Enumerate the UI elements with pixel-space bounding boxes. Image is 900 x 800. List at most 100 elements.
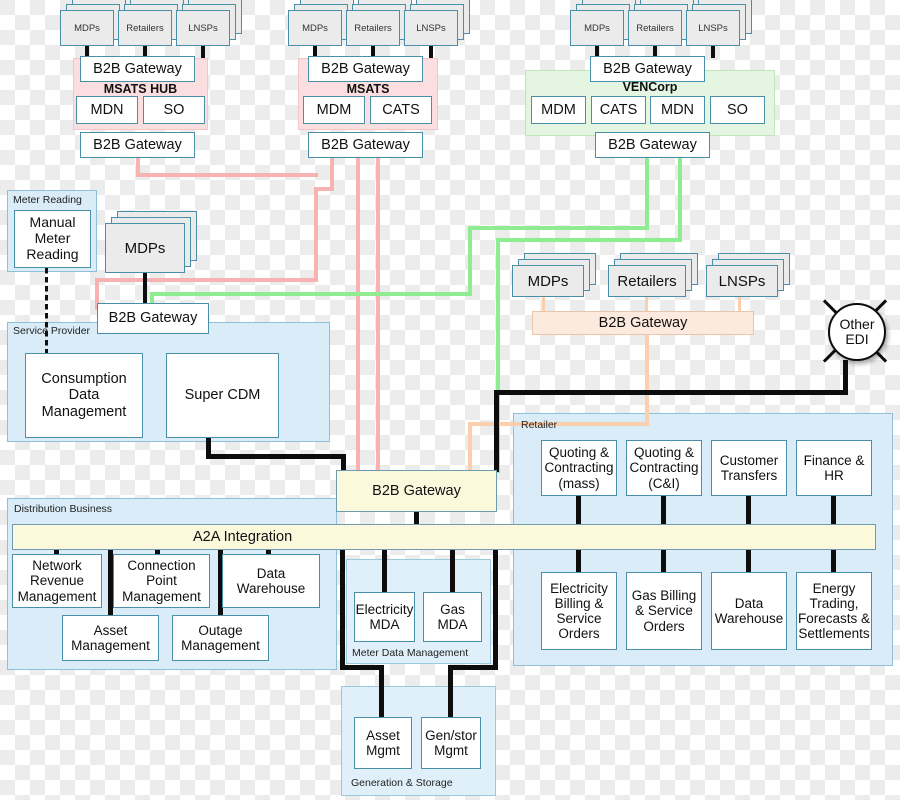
- pink-line-h3: [95, 278, 318, 282]
- stack-lnsps-right[interactable]: LNSPs: [706, 253, 790, 297]
- stack-mdps-vencorp[interactable]: MDPs: [570, 0, 636, 46]
- b2b-gateway-msats-hub-bottom[interactable]: B2B Gateway: [80, 132, 195, 158]
- connector-lnsps-gw-2: [429, 46, 433, 58]
- panel-label-meter-data-management: Meter Data Management: [352, 647, 469, 659]
- peach-line-v1: [645, 334, 649, 426]
- system-so-msats-hub[interactable]: SO: [143, 96, 205, 124]
- stack-mdps-left[interactable]: MDPs: [105, 211, 197, 273]
- stack-label: Retailers: [608, 265, 686, 297]
- edi-label: Other EDI: [828, 303, 886, 361]
- stack-label: LNSPs: [176, 10, 230, 46]
- b2b-gateway-msats-bottom[interactable]: B2B Gateway: [308, 132, 423, 158]
- system-mdm-vencorp[interactable]: MDM: [531, 96, 586, 124]
- stack-label: MDPs: [570, 10, 624, 46]
- panel-label-msats-hub: MSATS HUB: [103, 82, 178, 96]
- b2b-gateway-center[interactable]: B2B Gateway: [336, 470, 497, 512]
- green-line-h1: [468, 226, 649, 230]
- stack-retailers-right[interactable]: Retailers: [608, 253, 698, 297]
- stack-mdps-right[interactable]: MDPs: [512, 253, 596, 297]
- stack-label: Retailers: [628, 10, 682, 46]
- a2a-integration-bar[interactable]: A2A Integration: [12, 524, 876, 550]
- stack-lnsps-vencorp[interactable]: LNSPs: [686, 0, 752, 46]
- peach-line-v4: [645, 296, 648, 312]
- box-energy-trading-forecasts-settlements[interactable]: Energy Trading, Forecasts & Settlements: [796, 572, 872, 650]
- box-network-revenue-management[interactable]: Network Revenue Management: [12, 554, 102, 608]
- box-connection-point-management[interactable]: Connection Point Management: [113, 554, 210, 608]
- connector-mda-2: [450, 549, 455, 594]
- connector-mda-1: [382, 549, 387, 594]
- panel-label-vencorp: VENCorp: [622, 80, 678, 94]
- connector-gs-left-v1: [340, 549, 345, 670]
- b2b-gateway-msats-top[interactable]: B2B Gateway: [308, 56, 423, 82]
- green-line-v2: [468, 226, 472, 296]
- b2b-gateway-vencorp-bottom[interactable]: B2B Gateway: [595, 132, 710, 158]
- connector-retailer-top-1: [576, 496, 581, 525]
- green-line-h2: [150, 292, 472, 296]
- connector-lnsps-gw-3: [711, 46, 715, 58]
- stack-retailers-msats[interactable]: Retailers: [346, 0, 412, 46]
- box-manual-meter-reading[interactable]: Manual Meter Reading: [14, 210, 91, 268]
- connector-retailer-bot-1: [576, 549, 581, 574]
- stack-label: LNSPs: [404, 10, 458, 46]
- stack-label: Retailers: [118, 10, 172, 46]
- stack-label: LNSPs: [706, 265, 778, 297]
- box-quoting-contracting-mass[interactable]: Quoting & Contracting (mass): [541, 440, 617, 496]
- b2b-gateway-vencorp-top[interactable]: B2B Gateway: [590, 56, 705, 82]
- box-finance-hr[interactable]: Finance & HR: [796, 440, 872, 496]
- a2a-integration-label: A2A Integration: [193, 529, 293, 545]
- green-line-v1: [645, 158, 649, 228]
- pink-line-v3: [314, 187, 318, 282]
- stack-label: MDPs: [288, 10, 342, 46]
- peach-line-v2: [468, 422, 472, 473]
- connector-retailer-bot-3: [746, 549, 751, 574]
- box-outage-management[interactable]: Outage Management: [172, 615, 269, 661]
- connector-supercdm-right: [206, 454, 346, 459]
- system-mdm-msats[interactable]: MDM: [303, 96, 365, 124]
- system-mdn-msats-hub[interactable]: MDN: [76, 96, 138, 124]
- connector-mdps-left-gateway: [143, 273, 147, 305]
- b2b-gateway-right[interactable]: B2B Gateway: [532, 311, 754, 335]
- connector-retailer-bot-4: [831, 549, 836, 574]
- connector-lnsps-gw-1: [201, 46, 205, 58]
- panel-label-generation-storage: Generation & Storage: [351, 777, 453, 789]
- panel-label-msats: MSATS: [346, 82, 390, 96]
- stack-lnsps-msats-hub[interactable]: LNSPs: [176, 0, 242, 46]
- pink-line-drop-b: [376, 158, 380, 473]
- stack-label: LNSPs: [686, 10, 740, 46]
- system-cats-msats[interactable]: CATS: [370, 96, 432, 124]
- box-super-cdm[interactable]: Super CDM: [166, 353, 279, 438]
- box-consumption-data-management[interactable]: Consumption Data Management: [25, 353, 143, 438]
- box-quoting-contracting-ci[interactable]: Quoting & Contracting (C&I): [626, 440, 702, 496]
- b2b-gateway-left[interactable]: B2B Gateway: [97, 303, 209, 334]
- other-edi-node[interactable]: Other EDI: [815, 290, 895, 370]
- connector-gs-right-h: [448, 665, 498, 670]
- b2b-gateway-msats-hub-top[interactable]: B2B Gateway: [80, 56, 195, 82]
- system-so-vencorp[interactable]: SO: [710, 96, 765, 124]
- peach-line-v3: [542, 296, 545, 312]
- connector-retailer-top-2: [661, 496, 666, 525]
- stack-mdps-msats-hub[interactable]: MDPs: [60, 0, 126, 46]
- box-dist-data-warehouse[interactable]: Data Warehouse: [222, 554, 320, 608]
- stack-mdps-msats[interactable]: MDPs: [288, 0, 354, 46]
- box-gas-mda[interactable]: Gas MDA: [423, 592, 482, 642]
- box-retailer-data-warehouse[interactable]: Data Warehouse: [711, 572, 787, 650]
- connector-edi-to-gw: [494, 390, 499, 472]
- box-gs-asset-mgmt[interactable]: Asset Mgmt: [354, 717, 412, 769]
- stack-lnsps-msats[interactable]: LNSPs: [404, 0, 470, 46]
- box-asset-management[interactable]: Asset Management: [62, 615, 159, 661]
- connector-gs-left-v2: [379, 665, 384, 720]
- system-cats-vencorp[interactable]: CATS: [591, 96, 646, 124]
- green-line-v4: [678, 158, 682, 240]
- stack-retailers-msats-hub[interactable]: Retailers: [118, 0, 184, 46]
- panel-label-retailer: Retailer: [521, 419, 558, 431]
- stack-retailers-vencorp[interactable]: Retailers: [628, 0, 694, 46]
- box-gs-genstor-mgmt[interactable]: Gen/stor Mgmt: [421, 717, 481, 769]
- connector-gs-right-v2: [448, 665, 453, 720]
- box-gas-billing-service-orders[interactable]: Gas Billing & Service Orders: [626, 572, 702, 650]
- box-customer-transfers[interactable]: Customer Transfers: [711, 440, 787, 496]
- pink-line-h1: [136, 173, 318, 177]
- box-electricity-mda[interactable]: Electricity MDA: [354, 592, 415, 642]
- connector-gs-right-v1: [493, 549, 498, 670]
- box-electricity-billing-service-orders[interactable]: Electricity Billing & Service Orders: [541, 572, 617, 650]
- system-mdn-vencorp[interactable]: MDN: [650, 96, 705, 124]
